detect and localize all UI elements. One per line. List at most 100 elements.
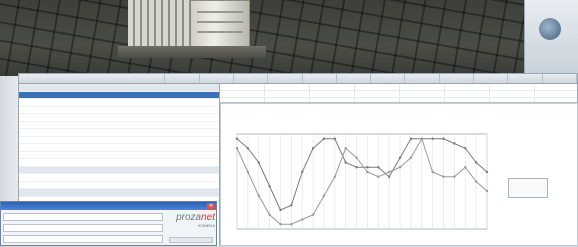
task-row[interactable] [19,189,219,197]
radiator-fins [128,0,190,46]
task-row[interactable] [19,137,219,144]
data-point [366,170,369,174]
plot-area [236,133,488,230]
task-date [179,152,219,159]
dialog-footer-field[interactable] [169,237,213,243]
task-row[interactable] [19,99,219,107]
data-point [268,213,271,216]
data-point [301,170,304,174]
task-row[interactable] [19,144,219,152]
transformer-tank [190,0,250,48]
task-name [19,144,179,151]
data-point [311,147,315,150]
grid-row[interactable] [220,84,577,91]
task-row[interactable] [19,107,219,114]
column-header[interactable] [371,74,406,83]
task-name [19,152,179,159]
task-name [19,129,179,136]
globe-logo-icon [539,18,561,40]
task-name [19,99,179,106]
task-date [179,159,219,166]
logo-panel [524,0,578,73]
task-date [179,92,219,99]
task-date [179,137,219,144]
task-row[interactable] [19,152,219,159]
dialog-field-1[interactable] [3,213,163,221]
column-header[interactable] [19,74,166,83]
column-header[interactable] [474,74,509,83]
task-row[interactable] [19,114,219,122]
column-header[interactable] [337,74,372,83]
task-row[interactable] [19,174,219,182]
data-point [333,175,337,178]
data-point [355,156,358,159]
data-point [453,175,456,178]
column-header[interactable] [200,74,234,83]
task-date [179,189,219,196]
task-row[interactable] [19,182,219,189]
data-point [246,170,250,174]
task-name [19,84,179,91]
column-header[interactable] [234,74,269,83]
data-point [420,137,423,140]
task-name [19,137,179,144]
data-point [442,175,445,178]
data-grid[interactable] [220,84,577,103]
column-header[interactable] [440,74,475,83]
column-header[interactable] [303,74,337,83]
dialog-field-2[interactable] [3,224,163,232]
chart-panel [220,103,578,246]
3d-viewport[interactable] [0,0,578,76]
data-point [387,170,391,174]
data-point [290,223,293,226]
column-header[interactable] [543,74,577,83]
data-point [322,194,326,197]
task-date [179,129,219,136]
dialog-field-3[interactable] [3,235,163,243]
task-date [179,84,219,91]
column-header[interactable] [165,74,200,83]
task-date [179,107,219,114]
task-row[interactable] [19,129,219,137]
task-name [19,167,179,174]
column-header[interactable] [405,74,440,83]
data-point [257,194,260,197]
task-row[interactable] [19,159,219,167]
task-name [19,189,179,196]
data-point [311,213,315,216]
close-icon[interactable]: ✕ [207,203,215,209]
task-date [179,122,219,129]
data-point [290,204,293,207]
data-point [322,137,326,140]
data-point [474,180,478,183]
data-point [235,147,239,150]
data-point [398,156,402,159]
data-point [453,142,456,145]
data-point [485,189,489,193]
grid-row[interactable] [220,91,577,98]
data-point [268,185,271,188]
task-row[interactable] [19,84,219,92]
task-date [179,167,219,174]
task-row[interactable] [19,166,219,174]
task-name [19,122,179,129]
task-row[interactable] [19,91,219,99]
data-point [235,137,239,140]
transformer-base [118,46,266,58]
prozanet-dialog: ✕ prozanet KONEHA [0,201,217,246]
data-point [246,147,250,150]
task-date [179,182,219,189]
data-point [442,137,445,140]
task-name [19,114,179,121]
transformer-model[interactable] [118,0,266,58]
brand-subtitle: KONEHA [198,223,215,228]
data-point [409,137,413,140]
data-point [366,166,369,169]
column-header[interactable] [268,74,303,83]
data-point [464,166,467,169]
column-header[interactable] [508,74,543,83]
task-row[interactable] [19,122,219,129]
dialog-titlebar[interactable]: ✕ [1,202,216,210]
data-point [279,208,282,212]
data-point [344,161,347,164]
